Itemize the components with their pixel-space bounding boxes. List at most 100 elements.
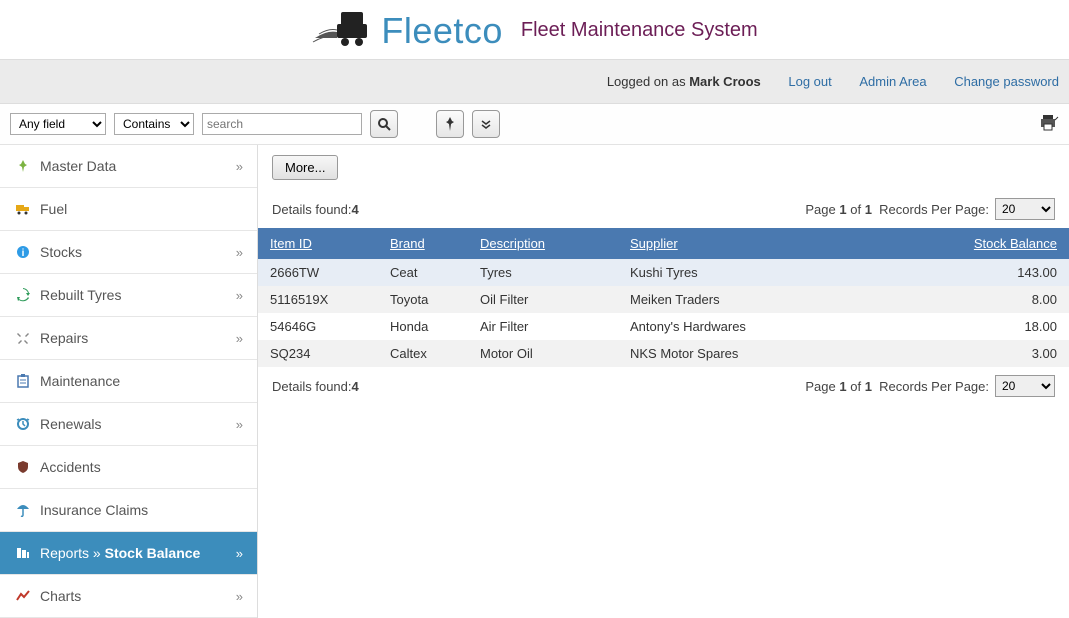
col-stock-balance[interactable]: Stock Balance bbox=[929, 228, 1069, 259]
sidebar-item-stocks[interactable]: i Stocks » bbox=[0, 231, 257, 274]
admin-area-link[interactable]: Admin Area bbox=[859, 74, 926, 89]
cell-item-id: 5116519X bbox=[258, 286, 378, 313]
data-table: Item ID Brand Description Supplier Stock… bbox=[258, 228, 1069, 367]
cell-supplier: Antony's Hardwares bbox=[618, 313, 929, 340]
sidebar-item-insurance-claims[interactable]: Insurance Claims bbox=[0, 489, 257, 532]
search-button[interactable] bbox=[370, 110, 398, 138]
sidebar-item-accidents[interactable]: Accidents bbox=[0, 446, 257, 489]
sidebar-item-label: Fuel bbox=[40, 201, 67, 217]
search-toolbar: Any field Contains bbox=[0, 104, 1069, 145]
sidebar-item-reports[interactable]: Reports » Stock Balance » bbox=[0, 532, 257, 575]
tools-icon bbox=[14, 329, 32, 347]
expand-icon: » bbox=[236, 417, 243, 432]
svg-text:i: i bbox=[22, 248, 25, 259]
col-brand[interactable]: Brand bbox=[378, 228, 468, 259]
details-found-label: Details found: bbox=[272, 379, 352, 394]
pin-button[interactable] bbox=[436, 110, 464, 138]
sidebar-item-label: Master Data bbox=[40, 158, 116, 174]
sidebar-item-crumb: » Stock Balance bbox=[89, 545, 200, 561]
brand-name: Fleetco bbox=[381, 10, 503, 52]
col-supplier[interactable]: Supplier bbox=[618, 228, 929, 259]
cell-brand: Ceat bbox=[378, 259, 468, 286]
app-header: Fleetco Fleet Maintenance System bbox=[0, 0, 1069, 60]
operator-select[interactable]: Contains bbox=[114, 113, 194, 135]
badge-icon bbox=[14, 458, 32, 476]
details-found-label: Details found: bbox=[272, 202, 352, 217]
clipboard-icon bbox=[14, 372, 32, 390]
username: Mark Croos bbox=[689, 74, 761, 89]
expand-icon: » bbox=[236, 589, 243, 604]
cell-brand: Caltex bbox=[378, 340, 468, 367]
logout-link[interactable]: Log out bbox=[788, 74, 831, 89]
page-label: Page 1 of 1 bbox=[805, 379, 872, 394]
search-input[interactable] bbox=[202, 113, 362, 135]
cell-stock-balance: 18.00 bbox=[929, 313, 1069, 340]
sidebar-item-repairs[interactable]: Repairs » bbox=[0, 317, 257, 360]
clock-icon bbox=[14, 415, 32, 433]
cell-supplier: NKS Motor Spares bbox=[618, 340, 929, 367]
sidebar-item-label: Reports bbox=[40, 545, 89, 561]
cell-item-id: 54646G bbox=[258, 313, 378, 340]
cell-description: Oil Filter bbox=[468, 286, 618, 313]
sidebar-item-maintenance[interactable]: Maintenance bbox=[0, 360, 257, 403]
user-bar: Logged on as Mark Croos Log out Admin Ar… bbox=[0, 60, 1069, 104]
expand-icon: » bbox=[236, 546, 243, 561]
cell-stock-balance: 143.00 bbox=[929, 259, 1069, 286]
tagline: Fleet Maintenance System bbox=[521, 19, 758, 42]
main-content: More... Details found: 4 Page 1 of 1 Rec… bbox=[258, 145, 1069, 618]
sidebar-item-renewals[interactable]: Renewals » bbox=[0, 403, 257, 446]
sidebar-item-label: Insurance Claims bbox=[40, 502, 148, 518]
sidebar-item-label: Stocks bbox=[40, 244, 82, 260]
details-found-count: 4 bbox=[352, 202, 359, 217]
sidebar-item-label: Renewals bbox=[40, 416, 101, 432]
sidebar-item-charts[interactable]: Charts » bbox=[0, 575, 257, 618]
table-row[interactable]: 5116519XToyotaOil FilterMeiken Traders8.… bbox=[258, 286, 1069, 313]
cell-stock-balance: 3.00 bbox=[929, 340, 1069, 367]
info-icon: i bbox=[14, 243, 32, 261]
sidebar-item-rebuilt-tyres[interactable]: Rebuilt Tyres» bbox=[0, 274, 257, 317]
sidebar-item-label: Maintenance bbox=[40, 373, 120, 389]
cell-brand: Honda bbox=[378, 313, 468, 340]
info-bar-bottom: Details found: 4 Page 1 of 1 Records Per… bbox=[258, 367, 1069, 405]
rpp-select-bottom[interactable]: 20 bbox=[995, 375, 1055, 397]
page-label: Page 1 of 1 bbox=[805, 202, 872, 217]
expand-icon: » bbox=[236, 245, 243, 260]
cell-description: Motor Oil bbox=[468, 340, 618, 367]
expand-icon: » bbox=[236, 159, 243, 174]
cell-stock-balance: 8.00 bbox=[929, 286, 1069, 313]
sidebar-item-fuel[interactable]: Fuel bbox=[0, 188, 257, 231]
sidebar-item-label: Rebuilt Tyres bbox=[40, 287, 121, 303]
rpp-select-top[interactable]: 20 bbox=[995, 198, 1055, 220]
pin-icon bbox=[14, 157, 32, 175]
table-row[interactable]: 54646GHondaAir FilterAntony's Hardwares1… bbox=[258, 313, 1069, 340]
sidebar-item-master-data[interactable]: Master Data » bbox=[0, 145, 257, 188]
cell-brand: Toyota bbox=[378, 286, 468, 313]
logged-on-label: Logged on as bbox=[607, 74, 689, 89]
cell-description: Tyres bbox=[468, 259, 618, 286]
print-button[interactable] bbox=[1039, 114, 1059, 135]
rpp-label: Records Per Page: bbox=[879, 379, 989, 394]
sidebar-item-label: Charts bbox=[40, 588, 81, 604]
chart-icon bbox=[14, 587, 32, 605]
sidebar: Master Data»FueliStocks»Rebuilt Tyres»Re… bbox=[0, 145, 258, 618]
cell-description: Air Filter bbox=[468, 313, 618, 340]
sidebar-item-label: Repairs bbox=[40, 330, 88, 346]
cell-item-id: 2666TW bbox=[258, 259, 378, 286]
cell-item-id: SQ234 bbox=[258, 340, 378, 367]
change-password-link[interactable]: Change password bbox=[954, 74, 1059, 89]
field-select[interactable]: Any field bbox=[10, 113, 106, 135]
sidebar-item-label: Accidents bbox=[40, 459, 101, 475]
dropdown-button[interactable] bbox=[472, 110, 500, 138]
umbrella-icon bbox=[14, 501, 32, 519]
table-row[interactable]: 2666TWCeatTyresKushi Tyres143.00 bbox=[258, 259, 1069, 286]
col-item-id[interactable]: Item ID bbox=[258, 228, 378, 259]
details-found-count: 4 bbox=[352, 379, 359, 394]
cell-supplier: Kushi Tyres bbox=[618, 259, 929, 286]
table-row[interactable]: SQ234CaltexMotor OilNKS Motor Spares3.00 bbox=[258, 340, 1069, 367]
expand-icon: » bbox=[236, 331, 243, 346]
rpp-label: Records Per Page: bbox=[879, 202, 989, 217]
info-bar-top: Details found: 4 Page 1 of 1 Records Per… bbox=[258, 190, 1069, 228]
more-button[interactable]: More... bbox=[272, 155, 338, 180]
cell-supplier: Meiken Traders bbox=[618, 286, 929, 313]
col-description[interactable]: Description bbox=[468, 228, 618, 259]
